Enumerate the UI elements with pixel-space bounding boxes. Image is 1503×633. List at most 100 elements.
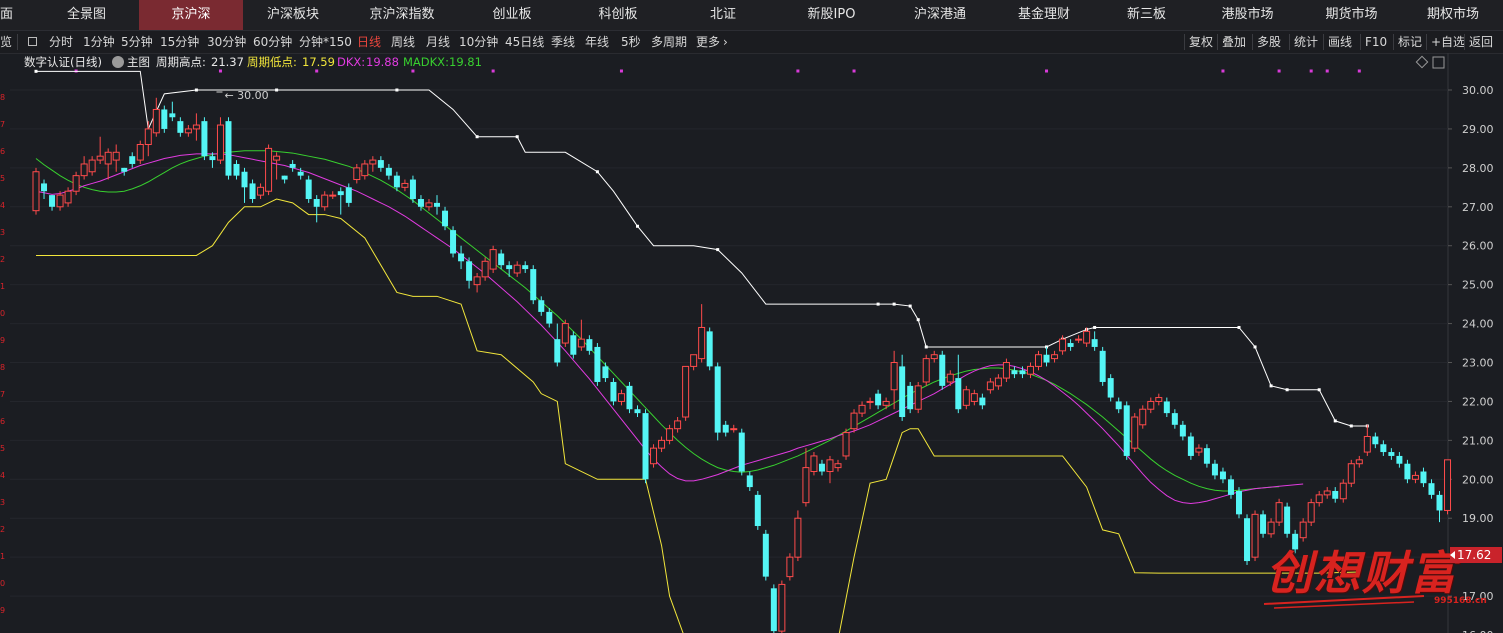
candle[interactable] xyxy=(96,136,104,164)
candle[interactable] xyxy=(994,374,1002,390)
candle[interactable] xyxy=(1347,459,1355,488)
candle[interactable] xyxy=(1444,459,1452,515)
candle[interactable] xyxy=(1035,350,1042,371)
candle[interactable] xyxy=(746,471,753,491)
candle[interactable] xyxy=(690,354,698,371)
candle[interactable] xyxy=(41,179,48,200)
candle[interactable] xyxy=(778,580,786,633)
candle[interactable] xyxy=(538,296,545,316)
candle[interactable] xyxy=(1267,518,1275,538)
candle[interactable] xyxy=(289,160,296,172)
candle[interactable] xyxy=(337,187,344,215)
candle[interactable] xyxy=(281,175,288,184)
candle[interactable] xyxy=(899,354,906,421)
candle[interactable] xyxy=(513,261,521,277)
candle[interactable] xyxy=(666,424,674,445)
candle[interactable] xyxy=(104,148,112,180)
candle[interactable] xyxy=(570,331,577,359)
candle[interactable] xyxy=(1436,490,1443,523)
candle[interactable] xyxy=(970,389,978,406)
candle[interactable] xyxy=(169,101,176,122)
candle[interactable] xyxy=(866,397,874,410)
candle[interactable] xyxy=(80,156,88,180)
candle[interactable] xyxy=(1372,432,1379,449)
candle[interactable] xyxy=(1195,444,1203,456)
candle[interactable] xyxy=(177,117,184,137)
candle[interactable] xyxy=(1411,471,1419,484)
candle[interactable] xyxy=(634,405,641,418)
candle[interactable] xyxy=(1187,432,1194,460)
candle[interactable] xyxy=(1099,346,1106,386)
candle[interactable] xyxy=(1244,514,1251,565)
candle[interactable] xyxy=(602,362,609,382)
candle[interactable] xyxy=(257,183,265,200)
candle[interactable] xyxy=(1107,374,1114,402)
candle[interactable] xyxy=(770,584,777,633)
candle[interactable] xyxy=(1067,339,1074,351)
candle[interactable] xyxy=(1011,366,1018,379)
candle[interactable] xyxy=(930,350,938,363)
candle[interactable] xyxy=(554,323,561,367)
candle[interactable] xyxy=(714,362,721,441)
candle[interactable] xyxy=(88,156,96,176)
candle[interactable] xyxy=(698,304,706,363)
candle[interactable] xyxy=(313,195,320,223)
candle[interactable] xyxy=(265,144,273,196)
candle[interactable] xyxy=(1420,467,1427,488)
candle[interactable] xyxy=(1363,424,1371,456)
candle[interactable] xyxy=(1211,459,1218,480)
candle[interactable] xyxy=(1307,498,1315,527)
candle[interactable] xyxy=(561,319,569,347)
candle[interactable] xyxy=(939,350,946,390)
candle[interactable] xyxy=(834,459,842,472)
candle[interactable] xyxy=(1251,510,1259,562)
candle[interactable] xyxy=(1428,479,1435,499)
candle[interactable] xyxy=(121,167,128,176)
candle[interactable] xyxy=(1139,405,1147,429)
candle[interactable] xyxy=(882,397,890,410)
candle[interactable] xyxy=(1091,331,1098,351)
candle[interactable] xyxy=(434,195,440,215)
candle[interactable] xyxy=(1171,409,1178,429)
candle[interactable] xyxy=(794,510,802,562)
candle[interactable] xyxy=(1315,490,1323,507)
candle[interactable] xyxy=(986,378,994,394)
candle[interactable] xyxy=(425,199,433,211)
candle[interactable] xyxy=(962,385,970,410)
candle[interactable] xyxy=(1219,467,1226,484)
candle[interactable] xyxy=(1275,498,1283,527)
candle[interactable] xyxy=(1284,502,1291,538)
candle[interactable] xyxy=(225,117,232,180)
candle[interactable] xyxy=(1260,510,1267,538)
candle[interactable] xyxy=(401,179,409,192)
window-mode-icon[interactable] xyxy=(1432,56,1445,69)
candle[interactable] xyxy=(450,226,457,258)
candle[interactable] xyxy=(161,105,168,133)
candle[interactable] xyxy=(1155,393,1163,406)
candle[interactable] xyxy=(682,365,690,421)
candle[interactable] xyxy=(1323,487,1331,499)
candle[interactable] xyxy=(1051,350,1059,363)
candle[interactable] xyxy=(466,257,473,289)
candle[interactable] xyxy=(842,428,850,460)
candle[interactable] xyxy=(1380,440,1387,456)
candle[interactable] xyxy=(192,113,200,141)
candle[interactable] xyxy=(329,191,337,200)
candle[interactable] xyxy=(1396,452,1403,468)
candle[interactable] xyxy=(498,249,505,270)
candle[interactable] xyxy=(674,417,682,433)
candle[interactable] xyxy=(1075,335,1083,344)
candle[interactable] xyxy=(907,381,914,414)
candle[interactable] xyxy=(481,257,489,281)
candle[interactable] xyxy=(626,381,633,414)
candle[interactable] xyxy=(241,167,248,203)
candle[interactable] xyxy=(979,393,986,410)
candle[interactable] xyxy=(1147,397,1155,414)
candle[interactable] xyxy=(1043,346,1050,367)
candle[interactable] xyxy=(1026,362,1034,379)
candle[interactable] xyxy=(617,389,625,406)
candle[interactable] xyxy=(858,401,866,418)
candle[interactable] xyxy=(522,261,529,273)
candle[interactable] xyxy=(730,424,738,433)
candle[interactable] xyxy=(49,195,56,211)
